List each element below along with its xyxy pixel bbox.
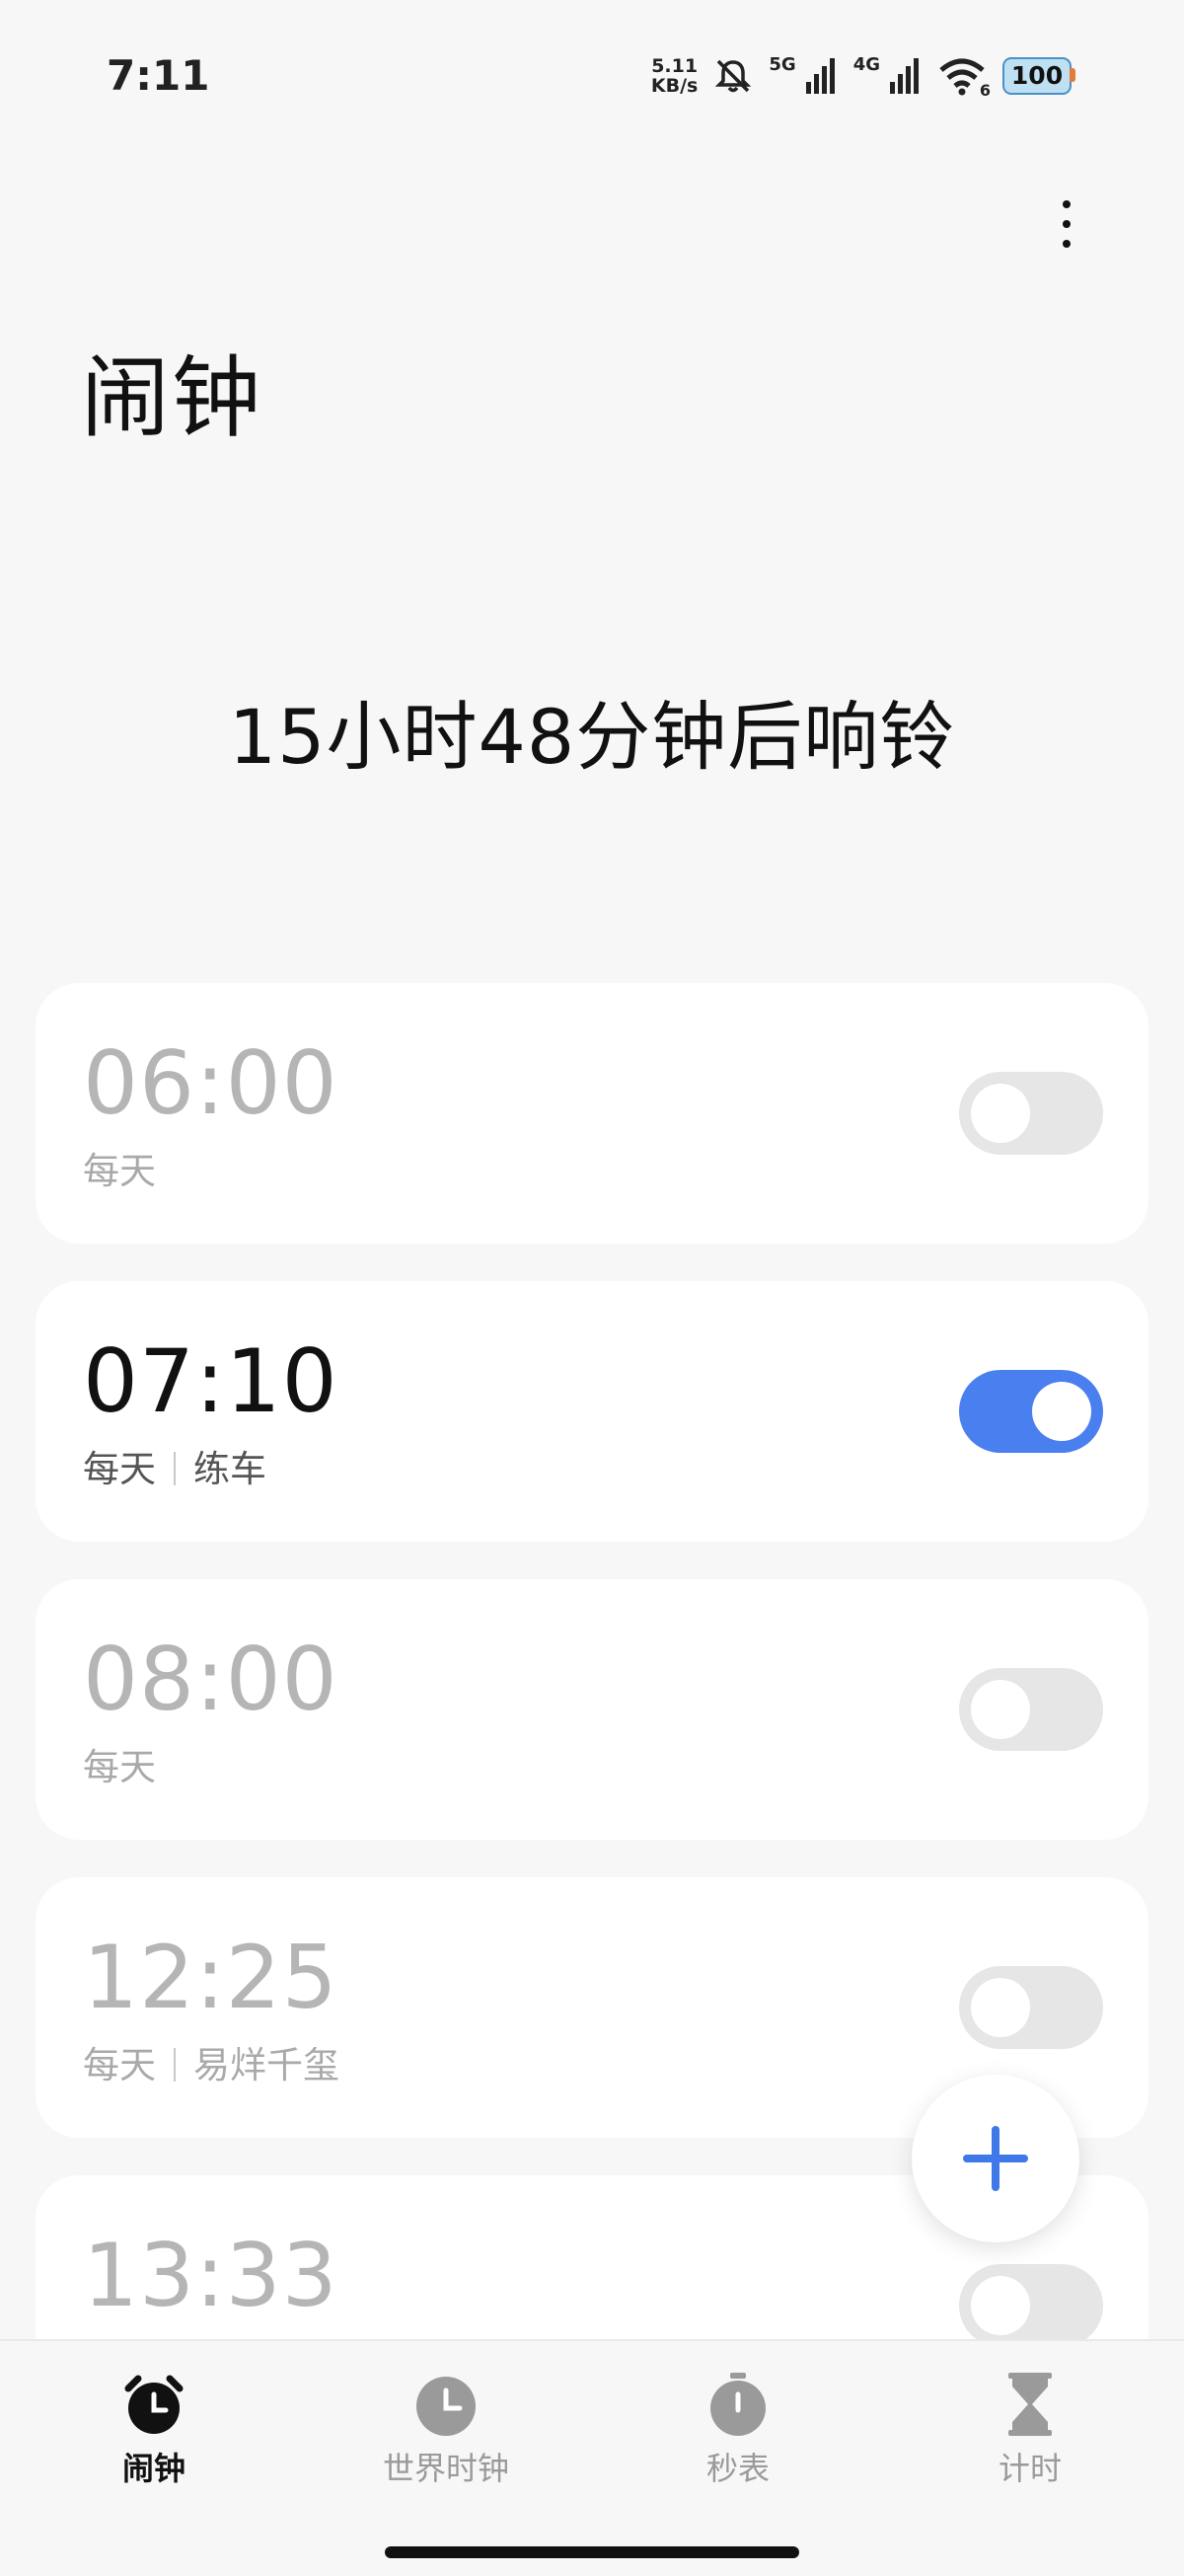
alarm-time: 13:33 bbox=[83, 2225, 338, 2326]
alarm-clock-icon bbox=[124, 2375, 184, 2434]
tab-world-clock[interactable]: 世界时钟 bbox=[328, 2371, 564, 2489]
alarm-label: 易烊千玺 bbox=[193, 2044, 339, 2086]
network-speed-value: 5.11 bbox=[651, 55, 699, 77]
more-dot-icon bbox=[1063, 220, 1071, 228]
status-icons: 5.11 KB/s 5G 4G 6 100 bbox=[651, 51, 1075, 101]
alarm-repeat: 每天 bbox=[83, 1737, 156, 1790]
next-alarm-countdown: 15小时48分钟后响铃 bbox=[228, 693, 956, 781]
more-options-button[interactable] bbox=[1042, 189, 1091, 259]
alarm-card-0600[interactable]: 06:00 每天 bbox=[36, 983, 1148, 1244]
nav-label: 世界时钟 bbox=[382, 2450, 509, 2487]
page-title: 闹钟 bbox=[81, 346, 262, 450]
network-speed: 5.11 KB/s bbox=[651, 56, 698, 96]
battery-icon: 100 bbox=[1002, 57, 1075, 95]
tab-timer[interactable]: 计时 bbox=[912, 2371, 1148, 2489]
alarm-time: 07:10 bbox=[83, 1330, 338, 1432]
stopwatch-icon bbox=[710, 2373, 766, 2436]
nav-label: 计时 bbox=[998, 2450, 1062, 2487]
alarm-repeat-text: 每天 bbox=[83, 1448, 156, 1490]
more-dot-icon bbox=[1063, 200, 1071, 208]
tab-alarm[interactable]: 闹钟 bbox=[36, 2371, 272, 2489]
bottom-nav: 闹钟 世界时钟 秒表 计时 bbox=[0, 2339, 1184, 2576]
toggle-knob bbox=[1032, 1382, 1091, 1441]
alarm-repeat-text: 每天 bbox=[83, 1150, 156, 1192]
alarm-repeat-text: 每天 bbox=[83, 1746, 156, 1788]
plus-icon-vertical bbox=[992, 2126, 999, 2191]
home-indicator[interactable] bbox=[385, 2546, 799, 2558]
separator bbox=[174, 2047, 176, 2082]
tab-stopwatch[interactable]: 秒表 bbox=[620, 2371, 856, 2489]
toggle-knob bbox=[971, 1680, 1030, 1739]
network-speed-unit: KB/s bbox=[650, 75, 699, 97]
alarm-toggle-0800[interactable] bbox=[959, 1668, 1103, 1751]
toggle-knob bbox=[971, 1084, 1030, 1143]
alarm-repeat-text: 每天 bbox=[83, 2044, 156, 2086]
hourglass-icon bbox=[1008, 2373, 1052, 2436]
bell-muted-icon bbox=[715, 59, 752, 93]
alarm-toggle-0600[interactable] bbox=[959, 1072, 1103, 1155]
world-clock-icon bbox=[416, 2377, 476, 2436]
alarm-time: 08:00 bbox=[83, 1629, 338, 1730]
alarm-card-0800[interactable]: 08:00 每天 bbox=[36, 1579, 1148, 1840]
signal-strength-icon bbox=[805, 58, 835, 94]
battery-level: 100 bbox=[1010, 61, 1064, 90]
toggle-knob bbox=[971, 2276, 1030, 2335]
signal-strength-icon-2 bbox=[890, 58, 919, 94]
add-alarm-button[interactable] bbox=[912, 2075, 1079, 2242]
status-time: 7:11 bbox=[107, 51, 210, 100]
status-bar: 7:11 5.11 KB/s 5G 4G 6 100 bbox=[0, 0, 1184, 158]
sim2-network-label: 4G bbox=[852, 53, 880, 75]
nav-label: 秒表 bbox=[705, 2450, 770, 2487]
alarm-toggle-1333[interactable] bbox=[959, 2264, 1103, 2347]
alarm-toggle-1225[interactable] bbox=[959, 1966, 1103, 2049]
separator bbox=[174, 1451, 176, 1485]
alarm-label: 练车 bbox=[193, 1448, 266, 1490]
alarm-toggle-0710[interactable] bbox=[959, 1370, 1103, 1453]
alarm-time: 12:25 bbox=[83, 1927, 338, 2028]
sim1-network-label: 5G bbox=[769, 53, 796, 75]
alarm-time: 06:00 bbox=[83, 1032, 338, 1134]
alarm-repeat: 每天 练车 bbox=[83, 1439, 266, 1492]
toggle-knob bbox=[971, 1978, 1030, 2037]
more-dot-icon bbox=[1063, 240, 1071, 248]
nav-label: 闹钟 bbox=[121, 2450, 185, 2487]
wifi-band-label: 6 bbox=[979, 81, 991, 100]
alarm-repeat: 每天 易烊千玺 bbox=[83, 2035, 339, 2088]
wifi-indicator: 6 bbox=[937, 56, 991, 100]
alarm-repeat: 每天 bbox=[83, 1141, 156, 1194]
alarm-card-0710[interactable]: 07:10 每天 练车 bbox=[36, 1281, 1148, 1542]
